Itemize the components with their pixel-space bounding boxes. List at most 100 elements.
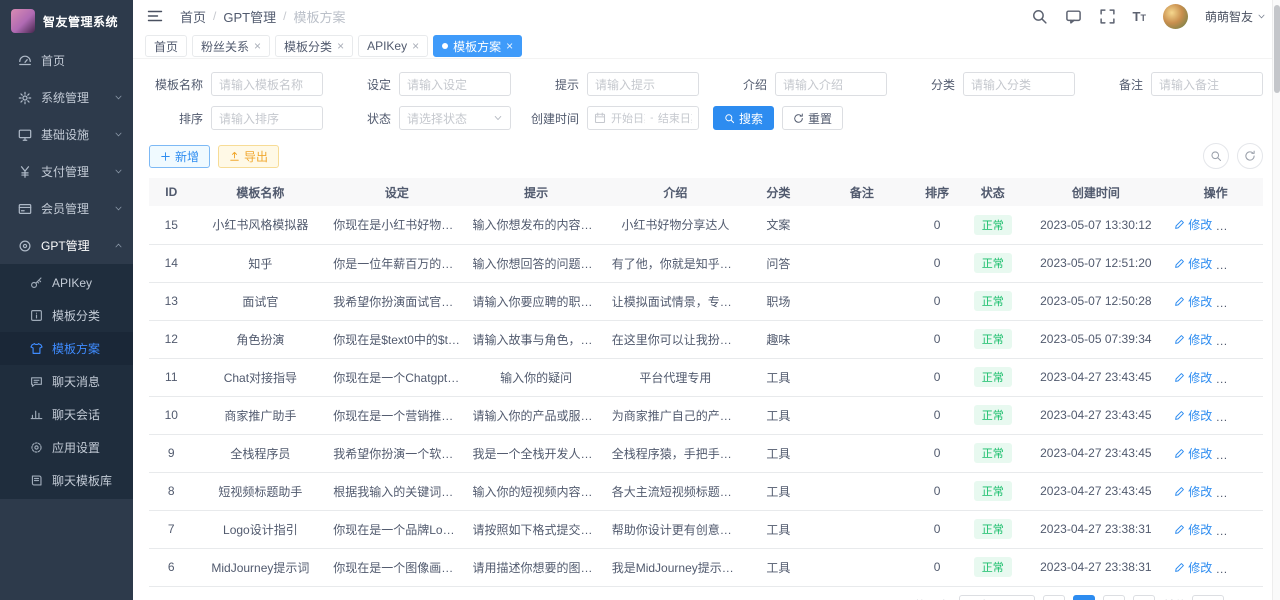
sidebar-item-会员管理[interactable]: 会员管理 — [0, 190, 133, 227]
cell-操作: 修改 删除 — [1168, 396, 1263, 434]
cell-模板名称: 面试官 — [194, 282, 328, 320]
prev-page-button[interactable]: < — [1043, 595, 1065, 600]
delete-link[interactable]: 删除 — [1226, 216, 1263, 233]
sidebar-item-基础设施[interactable]: 基础设施 — [0, 116, 133, 153]
edit-link[interactable]: 修改 — [1174, 369, 1212, 386]
submenu-item-聊天会话[interactable]: 聊天会话 — [0, 398, 133, 431]
table-row: 6MidJourney提示词你现在是一个图像画面提示...请用描述你想要的图像（… — [149, 548, 1263, 586]
page-size-select[interactable]: 10条/页 — [959, 595, 1035, 600]
add-button[interactable]: 新增 — [149, 145, 210, 168]
filter-select-状态[interactable]: 请选择状态 — [399, 106, 511, 130]
window-scrollbar[interactable] — [1272, 0, 1280, 600]
delete-link[interactable]: 删除 — [1226, 293, 1263, 310]
submenu-item-应用设置[interactable]: 应用设置 — [0, 431, 133, 464]
reset-button[interactable]: 重置 — [782, 106, 843, 130]
edit-link[interactable]: 修改 — [1174, 255, 1212, 272]
edit-link[interactable]: 修改 — [1174, 331, 1212, 348]
submenu-item-APIKey[interactable]: APIKey — [0, 266, 133, 299]
sidebar-item-GPT管理[interactable]: GPT管理 — [0, 227, 133, 264]
filter-daterange[interactable]: 开始日期 - 结束日期 — [587, 106, 699, 130]
delete-link[interactable]: 删除 — [1226, 331, 1263, 348]
sidebar-item-home[interactable]: 首页 — [0, 42, 133, 79]
tab-close-icon[interactable]: × — [412, 40, 419, 52]
cell-排序: 0 — [912, 434, 962, 472]
page-button-2[interactable]: 2 — [1103, 595, 1125, 600]
jump-input[interactable]: 1 — [1192, 595, 1224, 600]
filter-input-模板名称[interactable]: 请输入模板名称 — [211, 72, 323, 96]
tab-粉丝关系[interactable]: 粉丝关系 × — [192, 35, 270, 57]
user-avatar[interactable] — [1163, 4, 1188, 29]
cell-创建时间: 2023-05-07 12:51:20 — [1023, 244, 1168, 282]
cell-操作: 修改 删除 — [1168, 548, 1263, 586]
cell-ID: 12 — [149, 320, 194, 358]
filter-input-排序[interactable]: 请输入排序 — [211, 106, 323, 130]
sidebar-item-支付管理[interactable]: 支付管理 — [0, 153, 133, 190]
tab-APIKey[interactable]: APIKey× — [358, 35, 428, 57]
submenu-item-聊天模板库[interactable]: 聊天模板库 — [0, 464, 133, 497]
tab-首页[interactable]: 首页 — [145, 35, 187, 57]
filter-提示: 提示请输入提示 — [525, 72, 699, 96]
search-button[interactable]: 搜索 — [713, 106, 774, 130]
filter-input-提示[interactable]: 请输入提示 — [587, 72, 699, 96]
delete-link[interactable]: 删除 — [1226, 445, 1263, 462]
breadcrumb-item[interactable]: 首页 — [180, 7, 206, 26]
edit-link[interactable]: 修改 — [1174, 293, 1212, 310]
tab-模板分类[interactable]: 模板分类× — [275, 35, 353, 57]
sidebar-item-系统管理[interactable]: 系统管理 — [0, 79, 133, 116]
message-bubble-icon[interactable] — [1065, 8, 1082, 25]
tab-close-icon[interactable]: × — [337, 40, 344, 52]
cell-状态: 正常 — [962, 472, 1023, 510]
category-icon — [30, 309, 43, 322]
export-button[interactable]: 导出 — [218, 145, 279, 168]
edit-link[interactable]: 修改 — [1174, 559, 1212, 576]
cell-ID: 9 — [149, 434, 194, 472]
submenu-item-模板方案[interactable]: 模板方案 — [0, 332, 133, 365]
breadcrumb-item[interactable]: GPT管理 — [223, 7, 276, 26]
filter-input-介绍[interactable]: 请输入介绍 — [775, 72, 887, 96]
table-row: 10商家推广助手你现在是一个营销推广专家...请输入你的产品或服务关键...为商… — [149, 396, 1263, 434]
table-row: 8短视频标题助手根据我输入的关键词直接回...输入你的短视频内容关键词...各大… — [149, 472, 1263, 510]
user-menu[interactable]: 萌萌智友 — [1205, 8, 1266, 25]
data-table: ID模板名称设定提示介绍分类备注排序状态创建时间操作 15小红书风格模拟器你现在… — [149, 178, 1263, 587]
tab-close-icon[interactable]: × — [506, 40, 513, 52]
search-icon[interactable] — [1031, 8, 1048, 25]
edit-link[interactable]: 修改 — [1174, 445, 1212, 462]
delete-link[interactable]: 删除 — [1226, 407, 1263, 424]
table-refresh-icon[interactable] — [1237, 143, 1263, 169]
delete-link[interactable]: 删除 — [1226, 483, 1263, 500]
delete-link[interactable]: 删除 — [1226, 255, 1263, 272]
edit-link[interactable]: 修改 — [1174, 216, 1212, 233]
font-size-icon[interactable]: TT — [1133, 10, 1146, 23]
message-icon — [30, 375, 43, 388]
filter-input-设定[interactable]: 请输入设定 — [399, 72, 511, 96]
edit-link[interactable]: 修改 — [1174, 407, 1212, 424]
delete-icon — [1226, 334, 1237, 345]
submenu-item-模板分类[interactable]: 模板分类 — [0, 299, 133, 332]
delete-link[interactable]: 删除 — [1226, 369, 1263, 386]
submenu-item-聊天消息[interactable]: 聊天消息 — [0, 365, 133, 398]
table-search-toggle-icon[interactable] — [1203, 143, 1229, 169]
next-page-button[interactable]: > — [1133, 595, 1155, 600]
edit-icon — [1174, 296, 1185, 307]
filter-input-分类[interactable]: 请输入分类 — [963, 72, 1075, 96]
column-header-分类: 分类 — [745, 178, 812, 206]
edit-link[interactable]: 修改 — [1174, 483, 1212, 500]
sidebar-item-label: 基础设施 — [41, 126, 114, 143]
delete-link[interactable]: 删除 — [1226, 521, 1263, 538]
hamburger-icon[interactable] — [146, 8, 164, 24]
scrollbar-thumb[interactable] — [1274, 5, 1280, 93]
fullscreen-icon[interactable] — [1099, 8, 1116, 25]
delete-icon — [1226, 296, 1237, 307]
filter-input-备注[interactable]: 请输入备注 — [1151, 72, 1263, 96]
tab-label: 粉丝关系 — [201, 38, 249, 55]
app-logo[interactable]: 智友管理系统 — [0, 0, 133, 42]
main-area: 首页/GPT管理/模板方案 TT 萌萌智友 首页粉丝关系×模板分类×APIKey… — [133, 0, 1280, 600]
tab-close-icon[interactable]: × — [254, 40, 261, 52]
tab-模板方案[interactable]: 模板方案× — [433, 35, 522, 57]
edit-link[interactable]: 修改 — [1174, 521, 1212, 538]
cell-操作: 修改 删除 — [1168, 320, 1263, 358]
filter-label: 创建时间 — [525, 110, 587, 127]
page-button-1[interactable]: 1 — [1073, 595, 1095, 600]
delete-link[interactable]: 删除 — [1226, 559, 1263, 576]
cell-ID: 15 — [149, 206, 194, 244]
